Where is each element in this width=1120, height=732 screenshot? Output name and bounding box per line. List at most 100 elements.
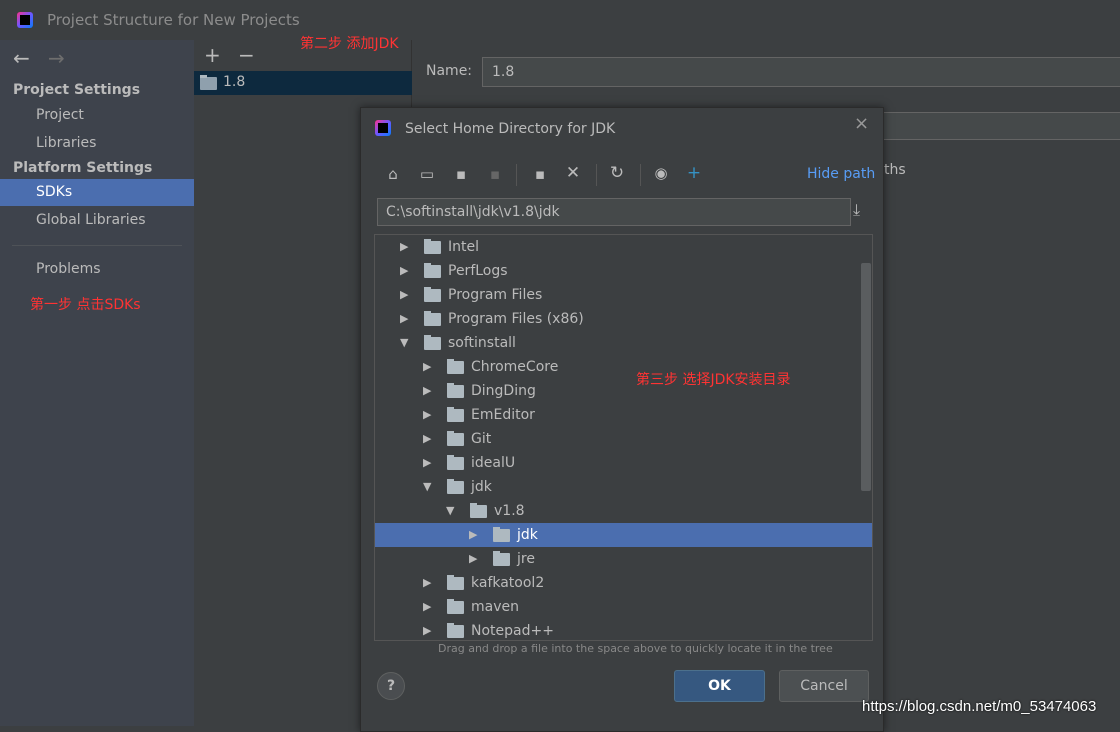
chevron-right-icon[interactable]: ▶ [400,307,408,331]
tree-row-label: EmEditor [471,407,535,423]
chevron-down-icon[interactable]: ▼ [423,475,431,499]
tree-row[interactable]: ▼ v1.8 [375,499,872,523]
chevron-right-icon[interactable]: ▶ [423,595,431,619]
folder-icon [447,455,464,470]
folder-icon [493,551,510,566]
tree-row[interactable]: ▶ maven [375,595,872,619]
watermark: https://blog.csdn.net/m0_53474063 [862,698,1097,715]
remove-sdk-button[interactable]: − [238,43,255,67]
divider [596,164,597,186]
chevron-right-icon[interactable]: ▶ [423,379,431,403]
tree-row[interactable]: ▶ idealU [375,451,872,475]
folder-icon [424,335,441,350]
tree-row[interactable]: ▶ PerfLogs [375,259,872,283]
folder-icon [424,311,441,326]
sidebar-item-global-libraries[interactable]: Global Libraries [0,207,194,234]
chevron-right-icon[interactable]: ▶ [423,619,431,640]
folder-icon [447,575,464,590]
tree-row[interactable]: ▼ jdk [375,475,872,499]
tree-row-label: softinstall [448,335,516,351]
sidebar-item-project[interactable]: Project [0,102,194,129]
paths-tab-fragment[interactable]: ths [884,162,906,178]
home-path-input[interactable] [870,112,1120,140]
hide-path-link[interactable]: Hide path [807,166,875,182]
back-arrow-icon[interactable]: ← [13,46,30,70]
select-home-directory-dialog: Select Home Directory for JDK × ⌂ ▭ ▪ ▪ … [360,107,884,732]
tree-row-label: Git [471,431,492,447]
add-jdk-icon[interactable]: + [682,163,706,183]
tree-row-label: idealU [471,455,516,471]
tree-row-label: kafkatool2 [471,575,545,591]
scrollbar[interactable] [861,263,871,491]
chevron-right-icon[interactable]: ▶ [400,283,408,307]
divider [12,245,182,246]
sidebar-item-sdks[interactable]: SDKs [0,179,194,206]
tree-row-label: Notepad++ [471,623,554,639]
tree-row-label: Program Files [448,287,543,303]
chevron-down-icon[interactable]: ▼ [400,331,408,355]
tree-row[interactable]: ▶ jdk [375,523,872,547]
forward-arrow-icon[interactable]: → [48,46,65,70]
delete-icon[interactable]: ✕ [561,163,585,183]
show-hidden-icon[interactable]: ◉ [649,164,673,182]
tree-row[interactable]: ▶ EmEditor [375,403,872,427]
divider [640,164,641,186]
folder-icon [447,623,464,638]
intellij-logo-icon [375,120,391,136]
chevron-right-icon[interactable]: ▶ [423,427,431,451]
tree-row-label: v1.8 [494,503,525,519]
ok-button[interactable]: OK [674,670,765,702]
tree-row[interactable]: ▶ Program Files (x86) [375,307,872,331]
chevron-right-icon[interactable]: ▶ [400,259,408,283]
tree-row[interactable]: ▶ kafkatool2 [375,571,872,595]
module-folder-icon: ▪ [489,165,501,183]
close-icon[interactable]: × [854,113,869,134]
tree-row[interactable]: ▶ Intel [375,235,872,259]
chevron-down-icon[interactable]: ▼ [446,499,454,523]
desktop-icon[interactable]: ▭ [415,165,439,183]
name-label: Name: [426,63,473,79]
tree-row-label: jre [517,551,535,567]
tree-row[interactable]: ▶ Git [375,427,872,451]
sdk-item-label: 1.8 [223,74,246,90]
hint-text: Drag and drop a file into the space abov… [438,642,833,655]
sidebar: ← → Project Settings Project Libraries P… [0,40,194,726]
refresh-icon[interactable]: ↻ [605,163,629,183]
sdk-list-item[interactable]: 1.8 [194,71,412,95]
sidebar-item-libraries[interactable]: Libraries [0,130,194,157]
add-sdk-button[interactable]: + [204,43,221,67]
tree-row[interactable]: ▶ DingDing [375,379,872,403]
folder-icon [424,287,441,302]
tree-row[interactable]: ▶ Program Files [375,283,872,307]
chevron-right-icon[interactable]: ▶ [423,451,431,475]
tree-row-label: DingDing [471,383,536,399]
sidebar-item-problems[interactable]: Problems [0,256,194,283]
file-tree[interactable]: ▶ Notepad++ ▶ maven ▶ kafkatool2 ▶ jre ▶ jdk ▼ v1.8… [374,234,873,641]
folder-icon [447,479,464,494]
chevron-right-icon[interactable]: ▶ [400,235,408,259]
tree-row-label: jdk [517,527,538,543]
tree-row[interactable]: ▶ jre [375,547,872,571]
name-input[interactable]: 1.8 [482,57,1120,87]
tree-row-label: maven [471,599,519,615]
chevron-right-icon[interactable]: ▶ [423,571,431,595]
help-button[interactable]: ? [377,672,405,700]
download-icon[interactable]: ⤓ [853,200,860,220]
chevron-right-icon[interactable]: ▶ [423,403,431,427]
platform-settings-heading: Platform Settings [13,160,153,176]
tree-row[interactable]: ▼ softinstall [375,331,872,355]
project-folder-icon[interactable]: ▪ [449,165,473,183]
project-settings-heading: Project Settings [13,82,141,98]
new-folder-icon[interactable]: ▪ [528,165,552,183]
folder-icon [493,527,510,542]
home-icon[interactable]: ⌂ [381,165,405,183]
tree-row[interactable]: ▶ Notepad++ [375,619,872,640]
cancel-button[interactable]: Cancel [779,670,869,702]
tree-row-label: PerfLogs [448,263,508,279]
chevron-right-icon[interactable]: ▶ [469,523,477,547]
tree-row[interactable]: ▶ ChromeCore [375,355,872,379]
chevron-right-icon[interactable]: ▶ [423,355,431,379]
title-bar: Project Structure for New Projects [0,0,1120,40]
path-input[interactable]: C:\softinstall\jdk\v1.8\jdk [377,198,851,226]
chevron-right-icon[interactable]: ▶ [469,547,477,571]
